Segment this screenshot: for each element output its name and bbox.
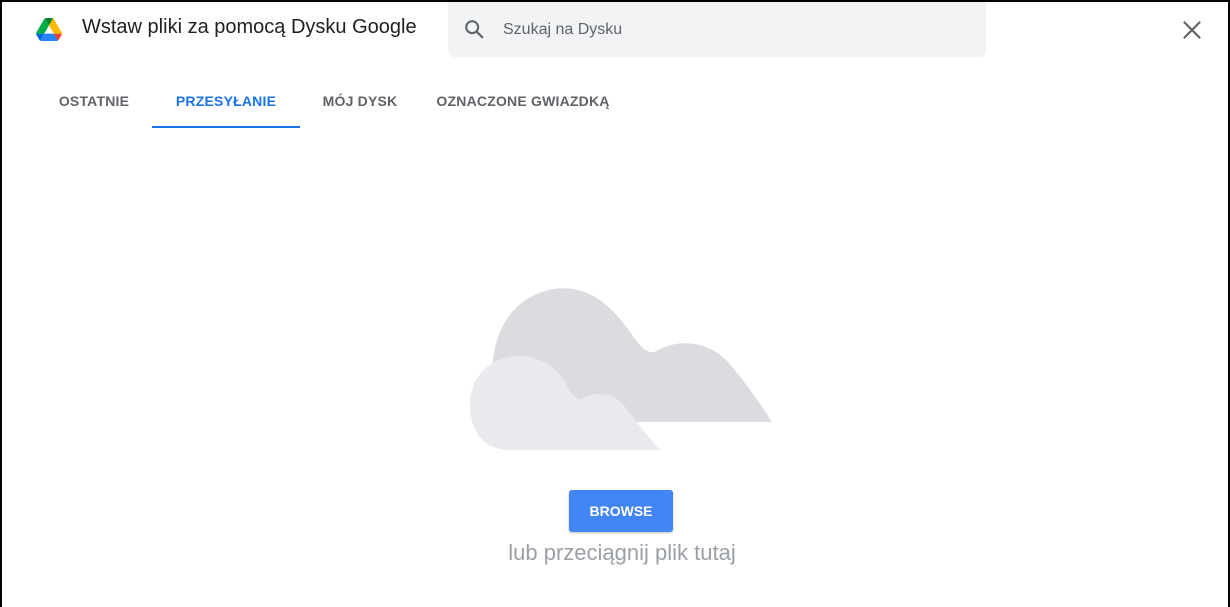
tab-ostatnie[interactable]: OSTATNIE [58, 80, 130, 126]
tab-przesylanie[interactable]: PRZESYŁANIE [152, 80, 300, 128]
tab-oznaczone-gwiazdka[interactable]: OZNACZONE GWIAZDKĄ [430, 80, 616, 126]
drop-hint-text: lub przeciągnij plik tutaj [508, 540, 736, 565]
google-drive-logo-icon [36, 18, 62, 41]
browse-button[interactable]: BROWSE [569, 490, 673, 532]
dialog-header: Wstaw pliki za pomocą Dysku Google [2, 2, 1228, 60]
search-box[interactable] [448, 2, 986, 57]
search-icon [465, 20, 484, 39]
dialog-title: Wstaw pliki za pomocą Dysku Google [82, 16, 417, 38]
cloud-upload-illustration [470, 288, 772, 450]
drive-picker-dialog: Wstaw pliki za pomocą Dysku Google OSTAT… [0, 0, 1230, 607]
tab-bar: OSTATNIE PRZESYŁANIE MÓJ DYSK OZNACZONE … [2, 80, 1228, 128]
search-input[interactable] [503, 2, 963, 57]
close-icon[interactable] [1179, 17, 1205, 43]
tab-moj-dysk[interactable]: MÓJ DYSK [322, 80, 398, 126]
